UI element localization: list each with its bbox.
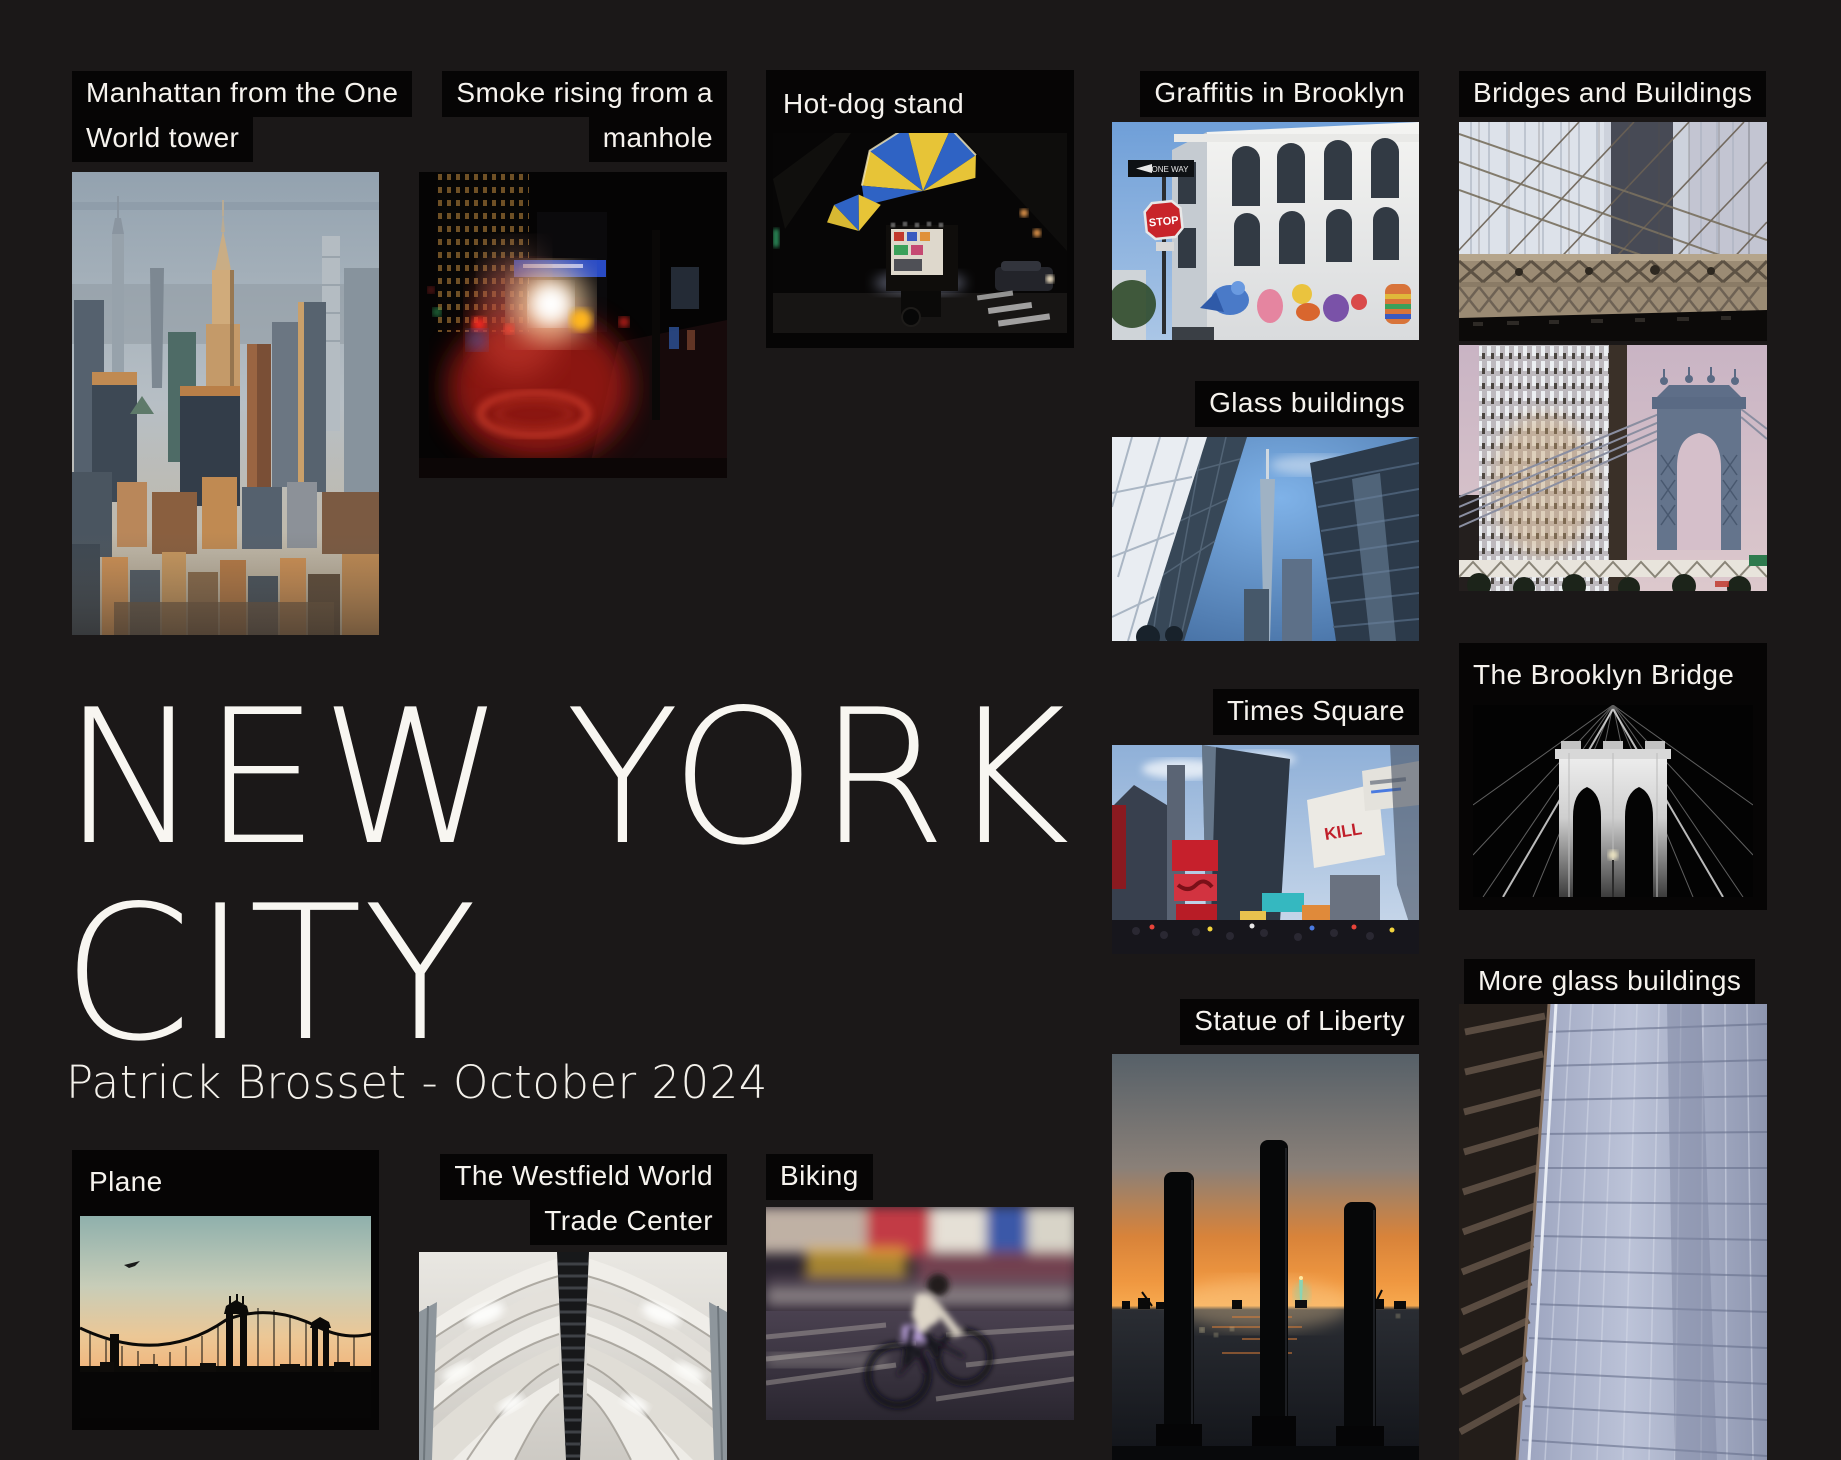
photo-graffitis[interactable]: ONE WAY STOP [1112, 122, 1419, 340]
photo-manhattan-skyline[interactable] [72, 172, 379, 635]
caption-bridges: Bridges and Buildings [1459, 71, 1766, 117]
caption-times-square: Times Square [1213, 689, 1419, 735]
caption-smoke-line2: manhole [589, 116, 727, 162]
caption-manhattan-line2: World tower [72, 116, 253, 162]
caption-hotdog: Hot-dog stand [783, 90, 964, 118]
photo-biking[interactable] [766, 1207, 1074, 1420]
bridge-deck-illustration [1459, 122, 1767, 341]
photo-glass-buildings[interactable] [1112, 437, 1419, 641]
manhole-smoke-illustration [419, 172, 727, 478]
card-plane[interactable]: Plane [72, 1150, 379, 1430]
graffitis-illustration: ONE WAY STOP [1112, 122, 1419, 340]
caption-plane: Plane [89, 1168, 163, 1196]
photo-hotdog-stand[interactable] [773, 133, 1067, 333]
caption-westfield-line2: Trade Center [530, 1199, 727, 1245]
caption-smoke-line1: Smoke rising from a [442, 71, 727, 117]
plane-sunset-illustration [80, 1216, 371, 1418]
page-title-line1: NEW YORK [62, 680, 1071, 876]
caption-westfield-line1: The Westfield World [440, 1154, 727, 1200]
statue-of-liberty-illustration [1112, 1054, 1419, 1460]
oculus-interior-illustration [419, 1252, 727, 1460]
photo-brooklyn-bridge[interactable] [1473, 705, 1753, 897]
caption-statue: Statue of Liberty [1180, 999, 1419, 1045]
hotdog-stand-illustration [773, 133, 1067, 333]
caption-graffitis: Graffitis in Brooklyn [1140, 71, 1419, 117]
caption-brooklyn-bridge: The Brooklyn Bridge [1473, 661, 1734, 689]
card-brooklyn-bridge[interactable]: The Brooklyn Bridge [1459, 643, 1767, 910]
photo-manhattan-bridge[interactable] [1459, 345, 1767, 591]
caption-manhattan-line1: Manhattan from the One [72, 71, 412, 117]
photo-statue-of-liberty[interactable] [1112, 1054, 1419, 1460]
photo-manhole-smoke[interactable] [419, 172, 727, 478]
photo-plane[interactable] [80, 1216, 371, 1418]
photo-times-square[interactable]: KILL [1112, 745, 1419, 954]
gallery-page: Manhattan from the One World tower [0, 0, 1841, 1460]
page-subtitle: Patrick Brosset - October 2024 [66, 1056, 768, 1109]
glass-buildings-illustration [1112, 437, 1419, 641]
manhattan-skyline-illustration [72, 172, 379, 635]
page-title: NEW YORK CITY [62, 680, 1071, 1072]
times-square-illustration: KILL [1112, 745, 1419, 954]
brooklyn-bridge-illustration [1473, 705, 1753, 897]
more-glass-illustration [1459, 1004, 1767, 1460]
one-way-sign-text: ONE WAY [1152, 165, 1190, 174]
caption-biking: Biking [766, 1154, 873, 1200]
biking-motion-blur-illustration [766, 1207, 1074, 1420]
page-title-line2: CITY [62, 876, 1071, 1072]
card-hotdog[interactable]: Hot-dog stand [766, 70, 1074, 348]
manhattan-bridge-illustration [1459, 345, 1767, 591]
caption-glass: Glass buildings [1195, 381, 1419, 427]
photo-bridge-deck[interactable] [1459, 122, 1767, 341]
photo-westfield-oculus[interactable] [419, 1252, 727, 1460]
caption-more-glass: More glass buildings [1464, 959, 1755, 1005]
photo-more-glass[interactable] [1459, 1004, 1767, 1460]
